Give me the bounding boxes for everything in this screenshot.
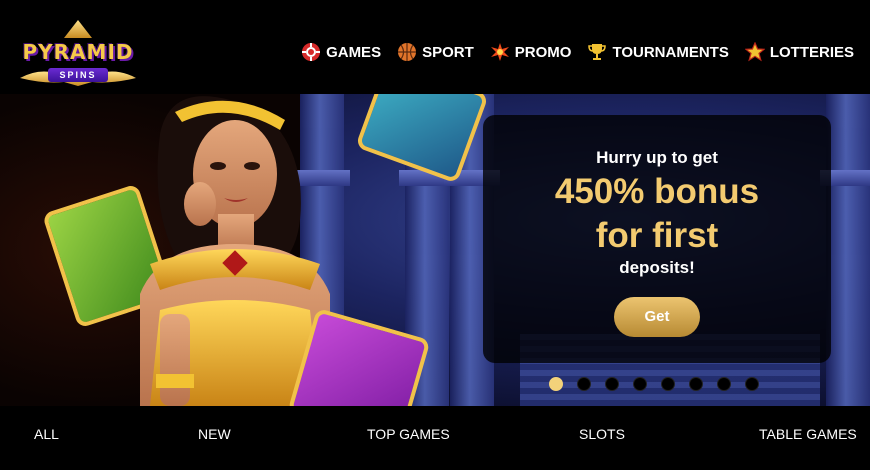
carousel-dot[interactable] (717, 377, 731, 391)
tab-new[interactable]: NEW (198, 426, 231, 442)
nav-item-lotteries[interactable]: LOTTERIES (744, 42, 854, 62)
burst-icon (490, 43, 509, 61)
nav-label-lotteries: LOTTERIES (769, 43, 854, 61)
site-header: PYRAMID SPINS GAMES SPORT PROMO TOURNAME… (0, 0, 870, 94)
logo-title: PYRAMID (22, 40, 134, 64)
main-nav: GAMES SPORT PROMO TOURNAMENTS LOTTERIES (301, 40, 854, 64)
nav-item-games[interactable]: GAMES (301, 42, 381, 62)
promo-headline-line2: for first (595, 216, 719, 255)
carousel-dot[interactable] (549, 377, 563, 391)
carousel-dot[interactable] (661, 377, 675, 391)
promo-tail-text: deposits! (619, 258, 695, 277)
basketball-icon (398, 43, 417, 61)
carousel-pagination (549, 376, 759, 392)
get-bonus-button[interactable]: Get (614, 297, 700, 337)
carousel-dot[interactable] (689, 377, 703, 391)
pyramid-spins-logo[interactable]: PYRAMID SPINS (12, 18, 144, 88)
promo-banner[interactable]: Hurry up to get 450% bonus for first dep… (0, 94, 870, 406)
nav-label-games: GAMES (326, 43, 382, 61)
tab-top-games[interactable]: TOP GAMES (367, 426, 450, 442)
trophy-icon (588, 44, 607, 60)
nav-label-promo: PROMO (514, 43, 572, 61)
promo-panel: Hurry up to get 450% bonus for first dep… (483, 115, 831, 363)
promo-intro-text: Hurry up to get (596, 148, 718, 167)
tab-all[interactable]: ALL (34, 426, 59, 442)
nav-label-sport: SPORT (422, 43, 474, 61)
carousel-dot[interactable] (745, 377, 759, 391)
game-category-tabs: ALL NEW TOP GAMES SLOTS TABLE GAMES (0, 406, 870, 470)
nav-item-tournaments[interactable]: TOURNAMENTS (587, 42, 729, 62)
nav-item-promo[interactable]: PROMO (490, 42, 572, 62)
nav-label-tournaments: TOURNAMENTS (612, 43, 729, 61)
poker-chip-icon (302, 43, 321, 61)
tab-slots[interactable]: SLOTS (579, 426, 625, 442)
temple-column (820, 94, 870, 406)
logo-subtitle: SPINS (48, 68, 108, 82)
tab-table-games[interactable]: TABLE GAMES (759, 426, 857, 442)
carousel-dot[interactable] (633, 377, 647, 391)
promo-headline-line1: 450% bonus (554, 172, 760, 211)
carousel-dot[interactable] (577, 377, 591, 391)
star-icon (744, 42, 765, 62)
nav-item-sport[interactable]: SPORT (397, 42, 474, 62)
carousel-dot[interactable] (605, 377, 619, 391)
